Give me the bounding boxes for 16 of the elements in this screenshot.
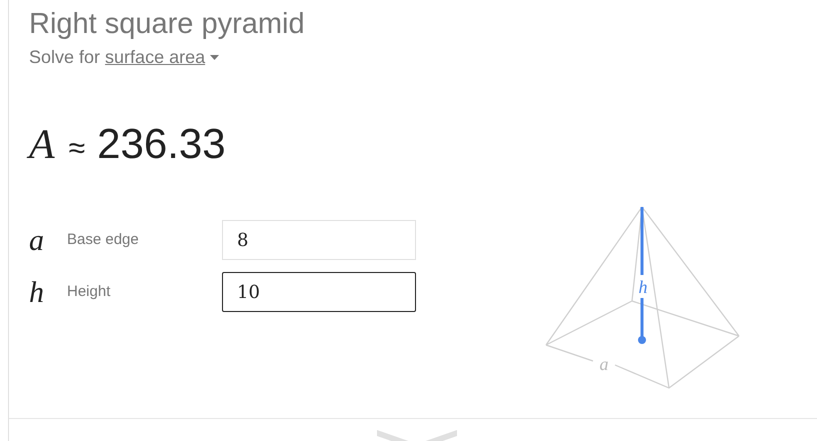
edge-label: a — [600, 354, 608, 374]
field-label: Base edge — [67, 230, 140, 250]
height-label: h — [638, 277, 648, 297]
solve-for-label: Solve for — [29, 46, 100, 68]
field-label: Height — [67, 282, 112, 302]
approx-sign: ≈ — [68, 131, 86, 167]
variable-symbol: a — [29, 222, 45, 258]
input-field[interactable]: 10 — [222, 272, 416, 312]
variable-symbol: h — [29, 274, 45, 310]
result-symbol: A — [29, 114, 55, 177]
title: Right square pyramid — [29, 7, 306, 42]
chevron-down-icon[interactable] — [377, 430, 457, 441]
input-field[interactable]: 8 — [222, 220, 416, 260]
result-value: 236.33 — [97, 119, 226, 169]
caret-icon — [210, 54, 220, 60]
solve-for-dropdown[interactable]: surface area — [105, 46, 220, 68]
